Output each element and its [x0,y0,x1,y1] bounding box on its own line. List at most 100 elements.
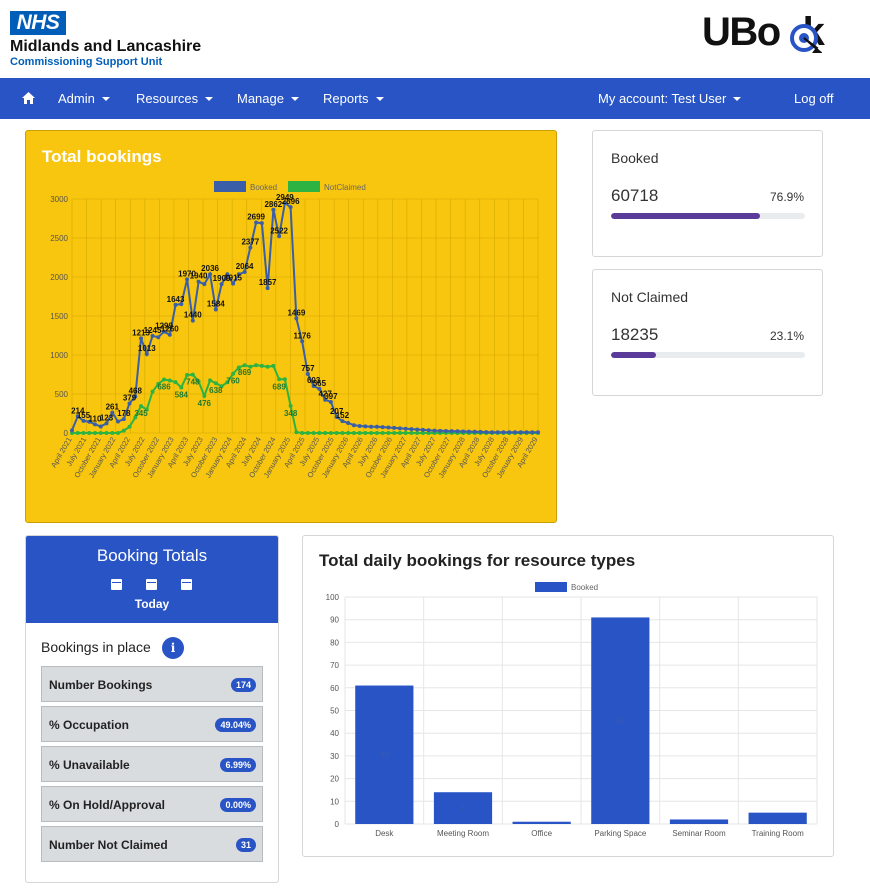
bar [512,821,571,824]
data-label: 152 [336,411,350,420]
data-point [156,335,161,340]
not-claimed-label: Not Claimed [611,289,689,305]
data-point [288,403,293,408]
booking-totals-title: Booking Totals [96,546,208,565]
data-point [346,431,351,435]
data-label: 345 [134,409,148,418]
y-tick-label: 500 [55,390,69,399]
y-tick-label: 30 [330,752,339,761]
data-point [323,431,328,435]
home-icon[interactable] [22,92,35,104]
x-tick-label: Meeting Room [437,829,489,838]
data-point [294,430,299,435]
resource-types-card: Total daily bookings for resource types … [302,535,834,857]
header: NHS Midlands and Lancashire Commissionin… [0,0,870,78]
data-label: 1176 [293,331,311,340]
bookings-in-place-label: Bookings in place [41,639,151,655]
metric-label: Number Bookings [49,678,153,692]
metric-label: % On Hold/Approval [49,798,166,812]
data-point [495,430,500,435]
data-point [98,431,103,435]
data-label: 123 [100,413,114,422]
data-point [231,371,236,376]
data-point [317,431,322,435]
metric-unavailable: % Unavailable 6.99% [41,746,263,782]
booked-value: 60718 [611,186,659,205]
legend-swatch [535,582,567,592]
data-point [374,424,379,429]
booked-percent: 76.9% [769,190,804,204]
booked-label: Booked [611,150,659,166]
data-point [357,431,362,435]
nhs-logo[interactable]: NHS [10,11,66,35]
nav-resources-label: Resources [136,91,199,106]
info-icon[interactable]: i [162,637,184,659]
data-point [420,427,425,432]
bar [669,819,729,824]
y-tick-label: 20 [330,775,339,784]
data-label: 2896 [282,197,300,206]
y-tick-label: 1500 [50,312,68,321]
data-label: 2064 [236,262,254,271]
nav-admin[interactable]: Admin [58,78,110,119]
data-point [392,425,397,430]
calendar-week-icon[interactable] [146,579,157,590]
data-point [409,431,414,435]
data-point [87,431,92,435]
data-point [455,429,460,434]
total-bookings-chart[interactable]: Booked NotClaimed050010001500200025003000… [26,131,556,522]
metric-badge: 174 [230,678,256,692]
data-point [116,431,121,435]
nav-manage[interactable]: Manage [237,78,299,119]
y-tick-label: 2000 [50,273,68,282]
data-point [484,430,489,435]
data-point [489,430,494,435]
x-tick-label: Parking Space [594,829,647,838]
data-label: 2377 [241,238,259,247]
data-point [518,430,523,435]
data-label: 1013 [138,344,156,353]
data-point [351,423,356,428]
metric-number-bookings: Number Bookings 174 [41,666,263,702]
data-point [386,425,391,430]
data-point [438,428,443,433]
caret-down-icon [375,97,384,101]
data-point [524,430,529,435]
nav-reports[interactable]: Reports [323,78,384,119]
calendar-day-icon[interactable] [111,579,122,590]
data-point [70,428,74,433]
data-point [93,431,98,435]
data-label: 397 [324,392,338,401]
metric-badge: 49.04% [215,718,256,732]
data-point [121,428,126,433]
y-tick-label: 60 [330,684,339,693]
data-label: 1440 [184,311,202,320]
nav-manage-label: Manage [237,91,284,106]
y-tick-label: 80 [330,638,339,647]
data-point [150,389,155,394]
data-point [363,431,368,435]
calendar-month-icon[interactable] [181,579,192,590]
legend-swatch [214,181,246,192]
data-point [190,372,195,377]
data-label: 45 [616,717,625,726]
resource-types-chart[interactable]: Booked 0 10 20 30 40 50 60 70 80 90 100 30 Desk 7 Meeti… [303,536,833,856]
data-label: 1584 [207,299,225,308]
nav-log-off[interactable]: Log off [794,78,834,119]
nav-resources[interactable]: Resources [136,78,214,119]
caret-down-icon [205,97,214,101]
data-point [282,377,287,382]
data-point [397,426,402,431]
data-point [242,363,247,368]
ubook-logo-part-2: o [756,10,781,54]
data-point [374,431,379,435]
metric-on-hold-approval: % On Hold/Approval 0.00% [41,786,263,822]
data-point [351,431,356,435]
nav-admin-label: Admin [58,91,95,106]
caret-down-icon [733,97,742,101]
y-tick-label: 100 [326,593,340,602]
nav-my-account[interactable]: My account: Test User [598,78,742,119]
data-label: 760 [226,377,240,386]
data-point [346,421,351,426]
y-tick-label: 0 [335,820,340,829]
